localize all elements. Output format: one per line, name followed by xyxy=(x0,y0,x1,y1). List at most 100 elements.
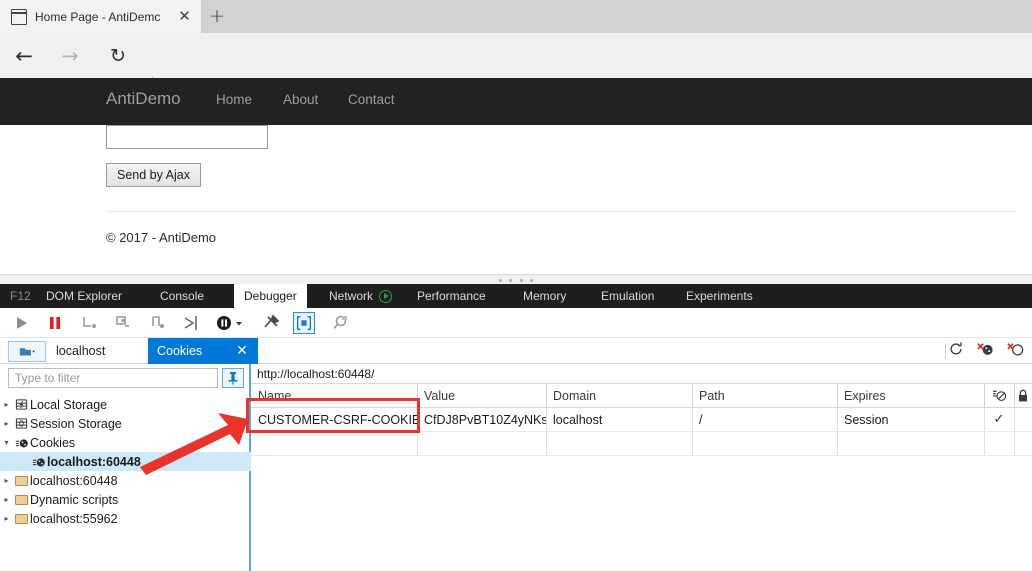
tab-f12[interactable]: F12 xyxy=(10,284,31,308)
send-by-ajax-button[interactable]: Send by Ajax xyxy=(106,163,201,187)
tree-item-label: localhost:60448 xyxy=(47,454,141,469)
break-on-new-worker-icon[interactable] xyxy=(180,312,202,334)
pretty-print-icon[interactable] xyxy=(293,312,315,334)
tab-console[interactable]: Console xyxy=(160,284,204,308)
clear-all-cookies-icon[interactable] xyxy=(1006,341,1024,362)
filter-input[interactable]: Type to filter xyxy=(8,368,218,388)
resource-tab-cookies[interactable]: Cookies ✕ xyxy=(148,338,258,364)
tree-item-label: localhost:60448 xyxy=(30,473,118,488)
toolbar-divider xyxy=(945,343,946,359)
tree-item-session-storage[interactable]: ▸ Session Storage xyxy=(0,414,251,433)
cell-domain: localhost xyxy=(553,412,603,427)
chevron-right-icon[interactable]: ▸ xyxy=(0,495,13,504)
chevron-right-icon[interactable]: ▸ xyxy=(0,419,13,428)
page-footer: © 2017 - AntiDemo xyxy=(106,230,217,245)
devtools-tab-bar: F12 DOM Explorer Console Debugger Networ… xyxy=(0,284,1032,308)
tree-item-local-storage[interactable]: ▸ Local Storage xyxy=(0,395,251,414)
tab-dom-explorer[interactable]: DOM Explorer xyxy=(46,284,122,308)
clear-session-cookies-icon[interactable] xyxy=(976,341,994,362)
cookie-icon xyxy=(13,437,30,449)
tab-network[interactable]: Network xyxy=(329,284,393,308)
chevron-right-icon[interactable]: ▸ xyxy=(0,400,13,409)
column-header-name[interactable]: Name xyxy=(251,384,417,407)
column-header-path[interactable]: Path xyxy=(692,384,837,407)
tree-item-folder-localhost-60448[interactable]: ▸ localhost:60448 xyxy=(0,471,251,490)
tree-item-label: Dynamic scripts xyxy=(30,492,119,507)
table-row[interactable] xyxy=(251,432,1032,456)
column-header-value[interactable]: Value xyxy=(417,384,546,407)
close-icon[interactable]: ✕ xyxy=(234,343,250,359)
cookie-toolbar-icons xyxy=(948,341,1024,361)
tree-item-folder-localhost-55962[interactable]: ▸ localhost:55962 xyxy=(0,509,251,528)
new-tab-button[interactable]: + xyxy=(201,0,233,33)
cell-path: / xyxy=(699,412,703,427)
step-out-icon[interactable] xyxy=(146,312,168,334)
tree-item-cookies[interactable]: ▾ Cookies xyxy=(0,433,251,452)
step-over-icon[interactable] xyxy=(78,312,100,334)
text-input[interactable] xyxy=(106,125,268,149)
chevron-down-icon[interactable]: ▾ xyxy=(0,438,13,447)
page-icon xyxy=(11,8,27,25)
tree-item-label: Session Storage xyxy=(30,416,122,431)
tab-debugger[interactable]: Debugger xyxy=(234,284,307,308)
forward-icon[interactable]: → xyxy=(57,43,83,69)
storage-icon xyxy=(13,398,30,411)
step-into-icon[interactable] xyxy=(112,312,134,334)
reload-icon[interactable]: ↻ xyxy=(105,43,131,69)
breakpoint-mode-icon[interactable] xyxy=(214,312,246,334)
tab-experiments[interactable]: Experiments xyxy=(686,284,753,308)
cell-secure xyxy=(1014,408,1032,431)
tree-item-dynamic-scripts[interactable]: ▸ Dynamic scripts xyxy=(0,490,251,509)
resource-tab-bar: localhost Cookies ✕ xyxy=(0,338,1032,364)
secure-lock-icon[interactable] xyxy=(1014,384,1032,407)
cell-name: CUSTOMER-CSRF-COOKIE xyxy=(258,412,417,427)
tree-item-label: localhost:55962 xyxy=(30,511,118,526)
pin-icon[interactable] xyxy=(222,368,244,388)
resource-tab-localhost[interactable]: localhost xyxy=(46,338,115,364)
cookies-table-header: Name Value Domain Path Expires xyxy=(251,384,1032,408)
tab-performance[interactable]: Performance xyxy=(417,284,486,308)
green-play-icon[interactable] xyxy=(379,289,393,303)
folder-dropdown-button[interactable] xyxy=(8,341,46,362)
pin-callstack-icon[interactable] xyxy=(260,312,282,334)
session-storage-icon xyxy=(13,417,30,430)
resource-tree-panel: Type to filter ▸ Local Storage ▸ Session… xyxy=(0,364,251,571)
browser-tab[interactable]: Home Page - AntiDemc ✕ xyxy=(0,0,201,33)
folder-icon xyxy=(13,494,30,505)
find-icon[interactable] xyxy=(330,312,352,334)
debugger-toolbar xyxy=(0,308,1032,338)
httponly-icon[interactable] xyxy=(984,384,1014,407)
nav-link-contact[interactable]: Contact xyxy=(348,92,395,107)
site-navbar: AntiDemo Home About Contact xyxy=(0,78,1032,125)
nav-link-about[interactable]: About xyxy=(283,92,318,107)
browser-tab-strip: Home Page - AntiDemc ✕ + xyxy=(0,0,1032,33)
tree-item-label: Local Storage xyxy=(30,397,108,412)
column-header-expires[interactable]: Expires xyxy=(837,384,984,407)
tab-memory[interactable]: Memory xyxy=(523,284,566,308)
nav-link-home[interactable]: Home xyxy=(216,92,252,107)
back-icon[interactable]: ← xyxy=(11,43,37,69)
continue-play-icon[interactable] xyxy=(10,312,32,334)
close-icon[interactable]: ✕ xyxy=(176,8,193,25)
tree-filter-row: Type to filter xyxy=(0,364,251,391)
cell-value: CfDJ8PvBT10Z4yNKsT... xyxy=(424,412,546,427)
table-row[interactable]: CUSTOMER-CSRF-COOKIE CfDJ8PvBT10Z4yNKsT.… xyxy=(251,408,1032,432)
cookie-origin-url: http://localhost:60448/ xyxy=(251,364,1032,384)
screenshot-root: Home Page - AntiDemc ✕ + ← → ↻ localhost… xyxy=(0,0,1032,571)
cell-expires: Session xyxy=(844,412,889,427)
column-header-domain[interactable]: Domain xyxy=(546,384,692,407)
site-brand[interactable]: AntiDemo xyxy=(106,89,181,109)
break-pause-icon[interactable] xyxy=(44,312,66,334)
tab-network-label: Network xyxy=(329,289,374,303)
browser-toolbar: ← → ↻ localhost:60448 xyxy=(0,33,1032,98)
tree-item-cookies-localhost-60448[interactable]: localhost:60448 xyxy=(0,452,251,471)
tab-emulation[interactable]: Emulation xyxy=(601,284,654,308)
devtools-splitter[interactable] xyxy=(0,274,1032,284)
refresh-icon[interactable] xyxy=(948,341,964,362)
resource-tab-cookies-label: Cookies xyxy=(157,344,203,358)
chevron-right-icon[interactable]: ▸ xyxy=(0,476,13,485)
cookies-panel: http://localhost:60448/ Name Value Domai… xyxy=(251,364,1032,571)
page-divider xyxy=(106,211,1016,212)
chevron-right-icon[interactable]: ▸ xyxy=(0,514,13,523)
browser-tab-title: Home Page - AntiDemc xyxy=(35,9,161,24)
